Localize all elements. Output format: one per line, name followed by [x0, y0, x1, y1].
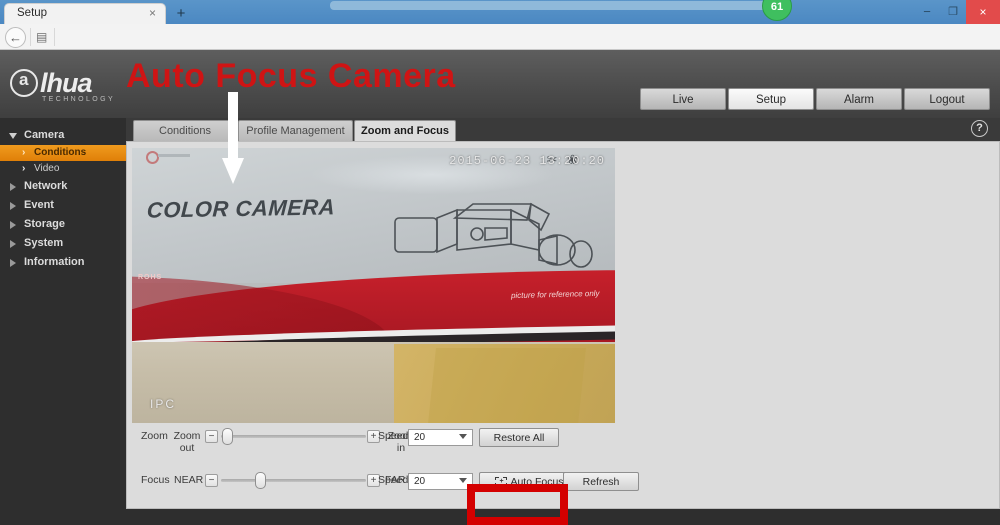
chevron-right-icon-4	[10, 202, 16, 210]
logo-wordmark: lhua	[40, 68, 93, 98]
sidebar-item-network[interactable]: Network	[0, 177, 126, 196]
zoom-out-button[interactable]: −	[205, 430, 218, 443]
browser-tab-setup[interactable]: Setup ×	[4, 3, 166, 24]
video-preview[interactable]: ✂ ❀ COLOR CAMERA ROHS picture for refere…	[132, 148, 615, 423]
focus-speed-select[interactable]: 20	[408, 473, 473, 490]
browser-titlebar: 61 Setup × + − ❐ ×	[0, 0, 1000, 24]
logo-tagline: TECHNOLOGY	[42, 96, 116, 103]
chevron-right-icon-7	[10, 259, 16, 267]
chevron-right-icon: ›	[22, 147, 26, 158]
video-bg-floor-sheen	[428, 348, 586, 423]
navbar-divider-2	[54, 28, 55, 46]
zoom-slider-thumb[interactable]	[222, 428, 233, 445]
focus-speed-value: 20	[414, 476, 426, 487]
tab-zoom-and-focus[interactable]: Zoom and Focus	[354, 120, 456, 141]
restore-all-button[interactable]: Restore All	[479, 428, 559, 447]
sidebar-item-conditions[interactable]: › Conditions	[0, 145, 126, 161]
sidebar-item-label-system: System	[24, 237, 64, 249]
sidebar-item-label-network: Network	[24, 180, 68, 192]
chevron-right-icon-2: ›	[22, 163, 26, 174]
minimize-icon[interactable]: −	[914, 0, 940, 24]
focus-near-label: NEAR	[174, 474, 204, 486]
video-channel-watermark: IPC	[150, 397, 177, 411]
poster-brand-icon	[146, 151, 194, 164]
close-icon[interactable]: ×	[149, 7, 156, 20]
focus-row-label: Focus	[141, 474, 170, 486]
zoom-focus-panel: ✂ ❀ COLOR CAMERA ROHS picture for refere…	[126, 141, 1000, 509]
tab-bar: Conditions Profile Management Zoom and F…	[126, 118, 1000, 141]
library-icon[interactable]: ▤	[36, 30, 47, 44]
chevron-down-icon-zoomspeed	[459, 434, 467, 439]
browser-tab-label: Setup	[17, 7, 48, 19]
refresh-button[interactable]: Refresh	[563, 472, 639, 491]
video-timestamp: 2015-06-23 13:20:20	[449, 154, 605, 168]
chevron-right-icon-3	[10, 183, 16, 191]
focus-control-row: Focus NEAR − + FAR Speed 20 + Auto Focus …	[127, 470, 667, 502]
sidebar-nav: Camera › Conditions › Video Network Even…	[0, 118, 126, 509]
sidebar-subitem-label: Conditions	[34, 147, 87, 158]
sidebar-item-storage[interactable]: Storage	[0, 215, 126, 234]
logo-mark-icon	[10, 69, 38, 97]
tab-strip: Setup × +	[0, 0, 1000, 24]
sidebar-item-information[interactable]: Information	[0, 253, 126, 272]
nav-button-alarm[interactable]: Alarm	[816, 88, 902, 110]
sidebar-item-video[interactable]: › Video	[0, 161, 126, 177]
sidebar-item-system[interactable]: System	[0, 234, 126, 253]
zoom-control-row: Zoom Zoom out − + Zoom in Speed 20 Resto…	[127, 426, 667, 458]
highlight-box-auto-focus	[467, 484, 568, 525]
zoom-row-label: Zoom	[141, 430, 168, 442]
content-area: Conditions Profile Management Zoom and F…	[126, 118, 1000, 509]
chevron-right-icon-5	[10, 221, 16, 229]
help-icon[interactable]: ?	[971, 120, 988, 137]
browser-navbar: ← ▤ 192.168.1.108 ✓ ⟳ 百度 <Ctrl+K> ☆ ▤ ⭳ …	[0, 24, 1000, 69]
tab-profile-management[interactable]: Profile Management	[238, 120, 353, 141]
navbar-divider	[30, 28, 31, 46]
sidebar-item-camera[interactable]: Camera	[0, 126, 126, 145]
focus-slider-thumb[interactable]	[255, 472, 266, 489]
back-icon[interactable]: ←	[5, 27, 26, 48]
chevron-down-icon	[9, 133, 17, 143]
poster-title: COLOR CAMERA	[146, 194, 336, 223]
sidebar-item-label-information: Information	[24, 256, 85, 268]
chevron-down-icon-focusspeed	[459, 478, 467, 483]
sidebar-item-label: Camera	[24, 129, 65, 141]
window-controls: − ❐ ×	[914, 0, 1000, 24]
annotation-text: Auto Focus Camera	[126, 57, 456, 95]
browser-window: 61 Setup × + − ❐ × ← ▤ 192.168.1.108 ✓ ⟳	[0, 0, 1000, 69]
zoom-speed-select[interactable]: 20	[408, 429, 473, 446]
zoom-slider-track[interactable]	[221, 435, 366, 438]
nav-button-logout[interactable]: Logout	[904, 88, 990, 110]
top-nav: Live Setup Alarm Logout	[640, 88, 990, 110]
sidebar-item-event[interactable]: Event	[0, 196, 126, 215]
chevron-right-icon-6	[10, 240, 16, 248]
annotation-arrow-icon	[222, 92, 244, 192]
new-tab-button[interactable]: +	[172, 5, 190, 22]
sidebar-item-label-event: Event	[24, 199, 54, 211]
nav-button-setup[interactable]: Setup	[728, 88, 814, 110]
zoom-out-label: Zoom out	[173, 430, 201, 454]
sidebar-item-label-storage: Storage	[24, 218, 65, 230]
sidebar-subitem-label-2: Video	[34, 163, 60, 174]
focus-near-button[interactable]: −	[205, 474, 218, 487]
window-close-icon[interactable]: ×	[966, 0, 1000, 24]
nav-button-live[interactable]: Live	[640, 88, 726, 110]
zoom-speed-value: 20	[414, 432, 426, 443]
zoom-speed-label: Speed	[378, 430, 409, 442]
dahua-web-ui: lhua TECHNOLOGY Live Setup Alarm Logout …	[0, 50, 1000, 525]
focus-slider-track[interactable]	[221, 479, 366, 482]
rohs-mark: ROHS	[138, 274, 163, 281]
maximize-icon[interactable]: ❐	[940, 0, 966, 24]
focus-speed-label: Speed	[378, 474, 409, 486]
